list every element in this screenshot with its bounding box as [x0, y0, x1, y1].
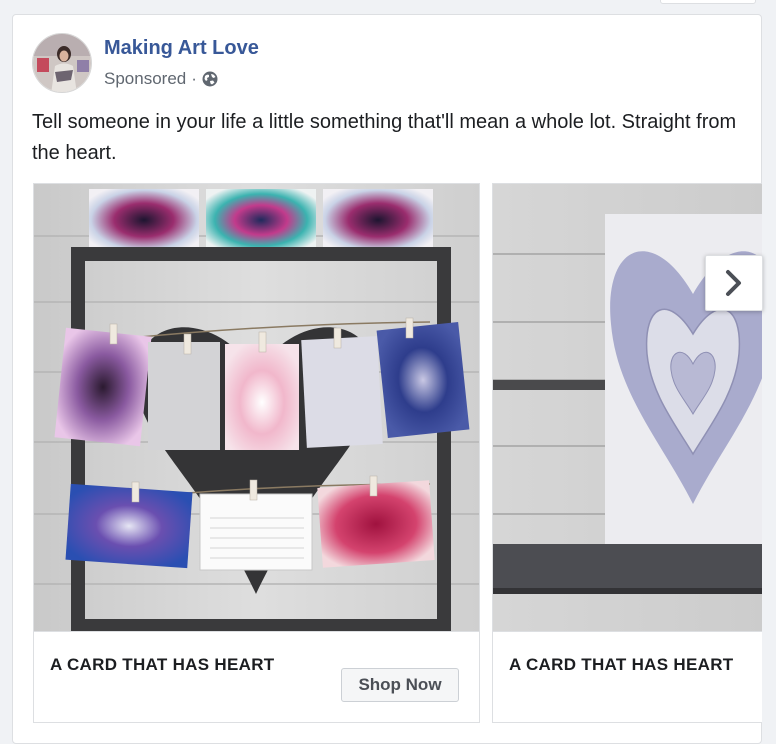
post-meta: Sponsored · [104, 69, 218, 89]
carousel-card-1[interactable]: A CARD THAT HAS HEART Shop Now [33, 183, 480, 723]
page-name-link[interactable]: Making Art Love [104, 37, 259, 60]
sponsored-post: Making Art Love Sponsored · Tell someone… [12, 14, 763, 744]
carousel-card-1-footer: A CARD THAT HAS HEART Shop Now [34, 631, 479, 722]
shop-now-button[interactable]: Shop Now [341, 668, 459, 702]
chevron-right-icon [726, 270, 741, 296]
card-headline[interactable]: A CARD THAT HAS HEART [509, 655, 733, 675]
avatar[interactable] [32, 33, 92, 93]
carousel-next-button[interactable] [705, 255, 763, 311]
ad-carousel: A CARD THAT HAS HEART Shop Now A CARD TH… [33, 183, 762, 723]
card-headline[interactable]: A CARD THAT HAS HEART [50, 655, 274, 675]
globe-icon[interactable] [202, 71, 218, 87]
sponsored-label[interactable]: Sponsored [104, 69, 186, 89]
post-message: Tell someone in your life a little somet… [32, 111, 737, 164]
textured-heart-card-photo[interactable] [493, 184, 762, 631]
carousel-card-2-footer: A CARD THAT HAS HEART [493, 631, 762, 722]
heart-cards-frame-photo[interactable] [34, 184, 479, 631]
avatar-photo [33, 34, 91, 92]
top-tab-edge [660, 0, 756, 4]
meta-separator: · [191, 69, 197, 88]
